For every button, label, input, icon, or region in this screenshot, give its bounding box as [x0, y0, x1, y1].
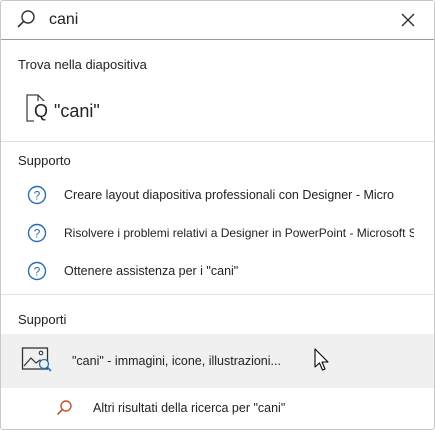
find-item-text: "cani"	[54, 101, 100, 121]
find-section-title: Trova nella diapositiva	[18, 57, 147, 72]
mouse-pointer-icon	[314, 348, 329, 371]
svg-text:?: ?	[34, 227, 41, 241]
search-input[interactable]	[49, 7, 379, 33]
more-results-item[interactable]: Altri risultati della ricerca per "cani"	[1, 395, 434, 421]
find-in-slide-item[interactable]: Q "cani"	[1, 87, 434, 131]
support-item-label: Risolvere i problemi relativi a Designer…	[64, 226, 414, 240]
support-section-title: Supporto	[18, 153, 71, 168]
support-item-designer-layout[interactable]: ? Creare layout diapositiva professional…	[1, 181, 434, 209]
divider	[1, 141, 434, 142]
svg-text:?: ?	[34, 189, 41, 203]
search-icon	[56, 400, 72, 416]
support-item-designer-troubleshoot[interactable]: ? Risolvere i problemi relativi a Design…	[1, 219, 434, 247]
media-section-title: Supporti	[18, 312, 67, 327]
search-bar	[1, 1, 434, 40]
search-icon	[17, 10, 35, 28]
svg-text:?: ?	[34, 265, 41, 279]
support-item-get-help[interactable]: ? Ottenere assistenza per i "cani"	[1, 257, 434, 285]
find-item-q: Q	[34, 101, 50, 122]
search-dropdown-panel: Trova nella diapositiva Q "cani" Support…	[0, 0, 435, 430]
media-search-item[interactable]: "cani" - immagini, icone, illustrazioni.…	[1, 334, 434, 388]
help-icon: ?	[27, 261, 47, 281]
more-results-label: Altri risultati della ricerca per "cani"	[93, 401, 286, 415]
divider	[1, 294, 434, 295]
support-item-label: Creare layout diapositiva professionali …	[64, 188, 395, 202]
support-item-label: Ottenere assistenza per i "cani"	[64, 264, 239, 278]
help-icon: ?	[27, 223, 47, 243]
media-item-label: "cani" - immagini, icone, illustrazioni.…	[72, 354, 281, 368]
close-icon[interactable]	[399, 11, 417, 29]
help-icon: ?	[27, 185, 47, 205]
image-search-icon	[21, 347, 52, 372]
